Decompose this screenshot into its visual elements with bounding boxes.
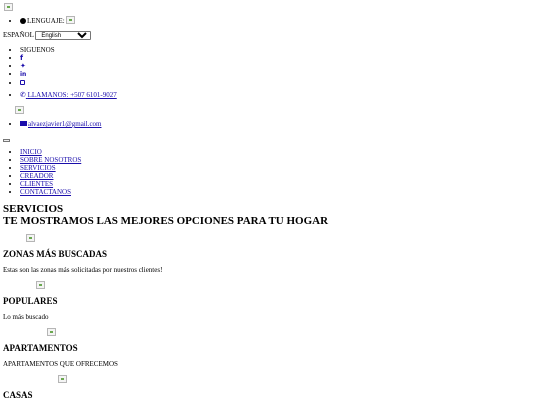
email-item[interactable]: alvaezjavier1@gmail.com [20, 120, 102, 128]
language-label: LENGUAJE: [27, 17, 65, 25]
linkedin-link[interactable]: in [20, 70, 26, 78]
nav-item-creador[interactable]: CREADOR [20, 172, 81, 180]
page-title-line-1: SERVICIOS [3, 203, 64, 215]
service-text-zonas: Estas son las zonas más solicitadas por … [3, 266, 163, 274]
twitter-icon: ✦ [20, 62, 26, 70]
menu-toggle-button[interactable] [3, 139, 10, 142]
nav-item-clientes[interactable]: CLIENTES [20, 180, 81, 188]
nav-link-clientes[interactable]: CLIENTES [20, 180, 53, 188]
language-selector-row: ESPAÑOL English [3, 31, 92, 40]
phone-link-text: LLAMANOS: +507 6101-9027 [27, 91, 117, 99]
service-title-casas: CASAS [3, 390, 33, 400]
page-subtitle: TE MOSTRAMOS LAS MEJORES OPCIONES PARA T… [3, 215, 329, 227]
brand-logo-image [14, 106, 24, 114]
email-link[interactable]: alvaezjavier1@gmail.com [20, 120, 102, 128]
nav-link-contactanos[interactable]: CONTACTANOS [20, 188, 71, 196]
facebook-icon: f [20, 54, 24, 62]
service-text-populares: Lo más buscado [3, 313, 49, 321]
globe-icon [20, 17, 26, 24]
nav-item-sobre-nosotros[interactable]: SOBRE NOSOTROS [20, 156, 81, 164]
phone-link[interactable]: ✆ LLAMANOS: +507 6101-9027 [20, 91, 117, 99]
nav-link-inicio[interactable]: INICIO [20, 148, 42, 156]
service-title-apartamentos: APARTAMENTOS [3, 343, 78, 353]
social-item-facebook[interactable]: f [20, 54, 55, 62]
service-title-zonas: ZONAS MÁS BUSCADAS [3, 249, 108, 259]
service-image [36, 281, 46, 289]
email-link-text: alvaezjavier1@gmail.com [28, 120, 102, 128]
social-item-instagram[interactable] [20, 79, 55, 87]
service-image [25, 234, 35, 242]
phone-icon: ✆ [20, 91, 26, 99]
nav-link-sobre-nosotros[interactable]: SOBRE NOSOTROS [20, 156, 81, 164]
service-image [57, 375, 67, 383]
nav-item-inicio[interactable]: INICIO [20, 148, 81, 156]
nav-item-servicios[interactable]: SERVICIOS [20, 164, 81, 172]
service-title-populares: POPULARES [3, 296, 58, 306]
email-list: alvaezjavier1@gmail.com [3, 120, 102, 128]
nav-item-contactanos[interactable]: CONTACTANOS [20, 188, 81, 196]
social-label: SIGUENOS [20, 46, 55, 54]
nav-link-creador[interactable]: CREADOR [20, 172, 53, 180]
main-nav: INICIO SOBRE NOSOTROS SERVICIOS CREADOR … [3, 148, 81, 196]
service-text-apartamentos: APARTAMENTOS QUE OFRECEMOS [3, 360, 118, 368]
instagram-link[interactable] [20, 79, 25, 87]
social-list: SIGUENOS f ✦ in [3, 46, 55, 87]
facebook-link[interactable]: f [20, 54, 23, 62]
instagram-icon [20, 80, 25, 85]
linkedin-icon: in [20, 71, 27, 78]
social-item-twitter[interactable]: ✦ [20, 62, 55, 70]
header-logo-image [4, 3, 13, 11]
language-select[interactable]: English [35, 31, 92, 40]
current-language-text: ESPAÑOL [3, 31, 34, 39]
envelope-icon [20, 121, 27, 126]
social-label-item: SIGUENOS [20, 46, 55, 54]
phone-list: ✆ LLAMANOS: +507 6101-9027 [3, 91, 117, 99]
phone-item[interactable]: ✆ LLAMANOS: +507 6101-9027 [20, 91, 117, 99]
service-image [47, 328, 56, 336]
language-flag-image [66, 16, 76, 24]
social-item-linkedin[interactable]: in [20, 70, 55, 79]
page-title: SERVICIOS TE MOSTRAMOS LAS MEJORES OPCIO… [3, 203, 328, 227]
nav-link-servicios[interactable]: SERVICIOS [20, 164, 56, 172]
twitter-link[interactable]: ✦ [20, 62, 26, 70]
language-list: LENGUAJE: [3, 16, 76, 25]
language-item: LENGUAJE: [20, 16, 76, 25]
